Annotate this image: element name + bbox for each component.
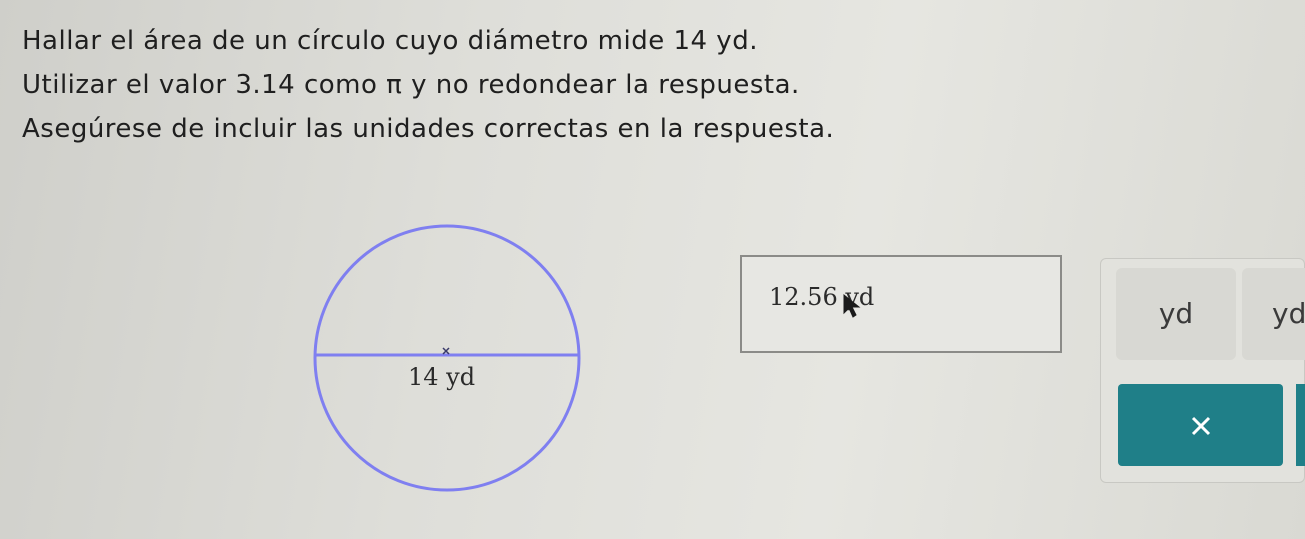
unit-key-yd-2[interactable]: yd bbox=[1242, 268, 1305, 360]
unit-keypad: yd yd bbox=[1100, 258, 1305, 483]
check-button-edge[interactable] bbox=[1296, 384, 1305, 466]
clear-button[interactable] bbox=[1118, 384, 1283, 466]
center-mark bbox=[442, 347, 450, 355]
x-icon bbox=[1191, 416, 1210, 435]
unit-key-yd[interactable]: yd bbox=[1116, 268, 1236, 360]
problem-line-1: Hallar el área de un círculo cuyo diámet… bbox=[22, 26, 758, 56]
problem-line-2: Utilizar el valor 3.14 como π y no redon… bbox=[22, 70, 800, 100]
circle-figure: 14 yd bbox=[300, 215, 600, 505]
problem-statement: Hallar el área de un círculo cuyo diámet… bbox=[22, 28, 1122, 160]
answer-input[interactable]: 12.56 yd bbox=[740, 255, 1062, 353]
circle-diagram: 14 yd bbox=[313, 224, 581, 492]
diameter-label: 14 yd bbox=[408, 363, 475, 391]
circle-outline bbox=[313, 224, 581, 492]
mouse-pointer-icon bbox=[843, 293, 861, 318]
problem-line-3: Asegúrese de incluir las unidades correc… bbox=[22, 114, 835, 144]
